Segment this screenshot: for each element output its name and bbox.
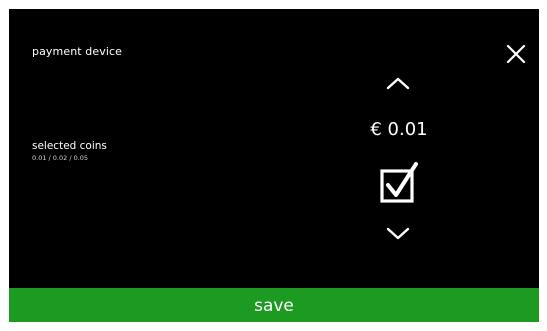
close-icon[interactable] bbox=[505, 43, 527, 65]
page-title: payment device bbox=[32, 45, 123, 58]
chevron-up-icon[interactable] bbox=[386, 76, 410, 90]
payment-device-screen: payment device selected coins 0.01 / 0.0… bbox=[9, 9, 539, 322]
chevron-down-icon[interactable] bbox=[386, 227, 410, 241]
selected-coins-label: selected coins bbox=[32, 140, 107, 152]
coin-value: € 0.01 bbox=[370, 119, 428, 140]
selected-coins-list: 0.01 / 0.02 / 0.05 bbox=[32, 154, 89, 162]
save-button-label: save bbox=[254, 296, 294, 316]
save-button[interactable]: save bbox=[9, 288, 539, 322]
checkbox-checked-icon[interactable] bbox=[378, 161, 422, 207]
